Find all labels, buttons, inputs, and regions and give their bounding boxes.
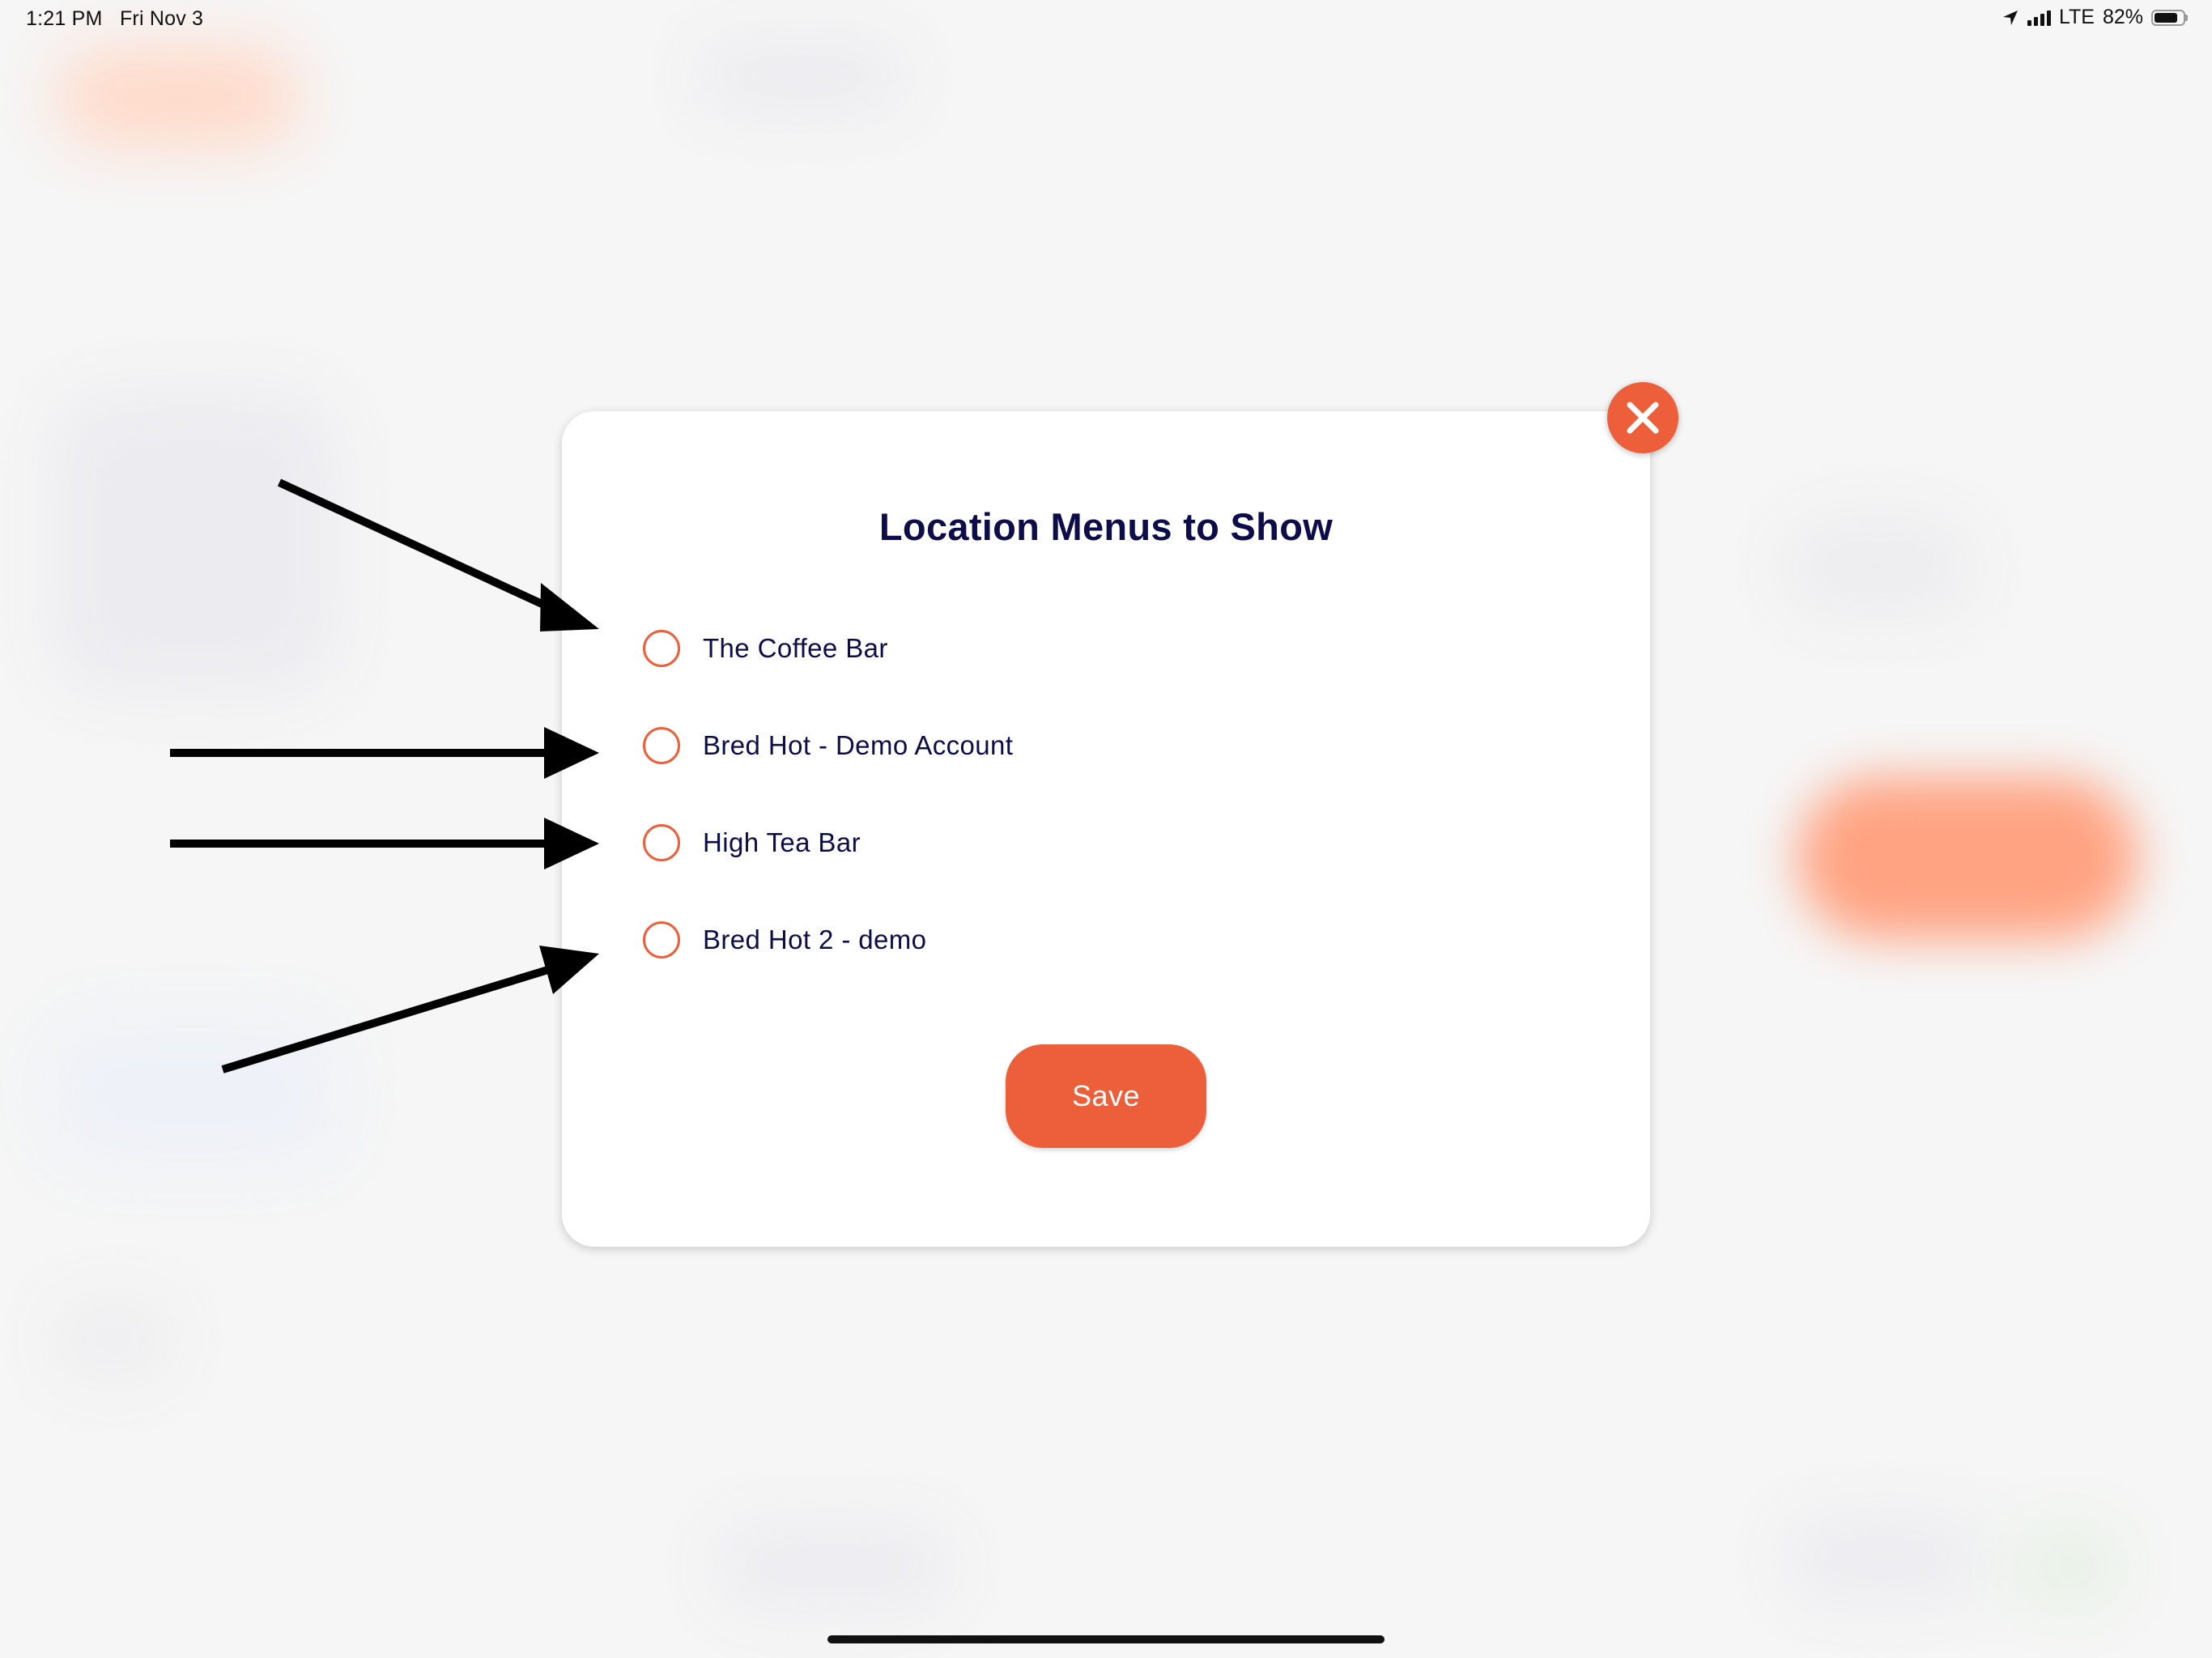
screen: 1:21 PM Fri Nov 3 LTE 82% Location Menus… — [0, 0, 2212, 1658]
annotation-arrow-1 — [277, 478, 599, 631]
annotation-arrows — [170, 478, 599, 1073]
home-indicator[interactable] — [827, 1635, 1385, 1643]
annotation-arrow-2 — [170, 727, 599, 779]
annotation-arrow-3 — [170, 818, 599, 869]
annotation-arrow-4 — [221, 946, 599, 1073]
